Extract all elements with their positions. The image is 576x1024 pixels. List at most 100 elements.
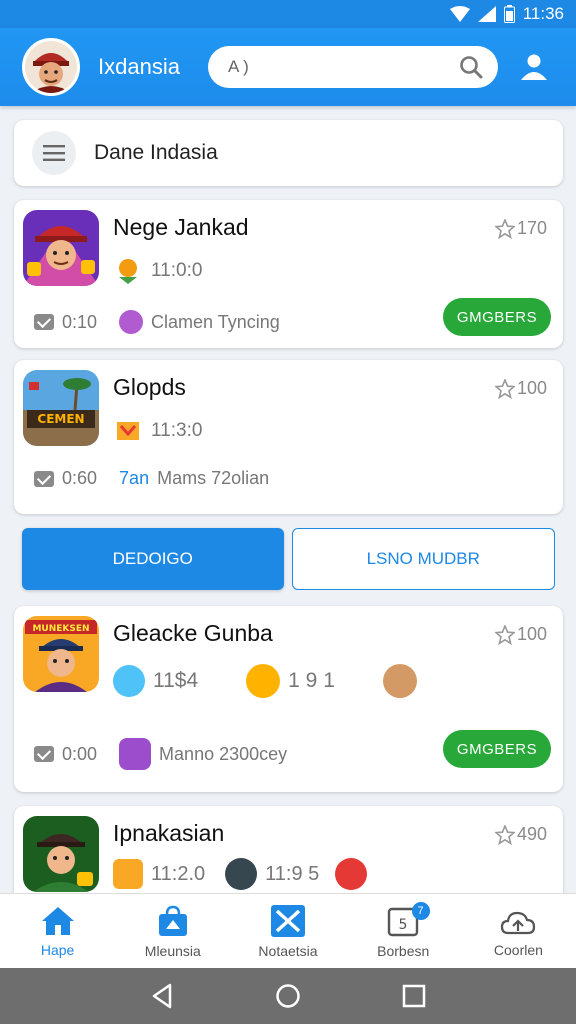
search-input[interactable]: A ) [228,57,458,77]
message-icon [34,746,54,762]
game-meta-row: 0:10 Clamen Tyncing [34,310,280,334]
members-button[interactable]: GMGBERS [443,730,551,768]
star-icon [494,824,515,845]
trophy-icon [119,259,137,284]
game-card[interactable]: CEMEN Glopds 100 11:3:0 0:60 7an Mams 72… [14,360,563,514]
message-count: 0:10 [62,311,98,332]
message-icon [34,314,54,330]
star-icon [494,624,515,645]
notification-badge: 7 [411,902,430,920]
player-count-value: 170 [516,218,547,238]
game-title: Ipnakasian [113,820,225,846]
game-subtext: Mams 72olian [157,468,270,488]
system-navigation-bar [0,968,576,1024]
members-button[interactable]: GMGBERS [443,298,551,336]
nav-label: Hape [40,941,75,958]
game-stat: 11:2.0 [151,862,206,885]
search-bar[interactable]: A ) [208,46,498,88]
nav-label: Notaetsia [258,942,318,959]
game-card[interactable]: MUNEKSEN Gleacke Gunba 100 11$4 1 9 1 0:… [14,606,563,792]
notification-icon [271,904,305,937]
game-stat: 11$4 [153,669,199,692]
game-stat: 11:3:0 [151,420,203,441]
message-count: 0:60 [62,468,98,488]
battery-icon [503,5,515,23]
profile-button[interactable] [514,47,554,87]
game-stat: 11:9 5 [265,862,320,885]
home-button-icon[interactable] [275,983,301,1009]
secondary-action-button[interactable]: LSNO MUDBR [291,528,555,590]
filter-card[interactable]: Dane Indasia [14,120,563,186]
status-bar: 11:36 [0,0,576,28]
game-meta-row: 0:00 Manno 2300cey [34,738,287,770]
game-meta-row: 0:60 7an Mams 72olian [34,468,269,489]
player-count-value: 100 [516,624,547,644]
game-title: Nege Jankad [113,214,249,240]
thumbnail-label: MUNEKSEN [32,624,89,634]
player-count: 170 [494,218,547,239]
home-icon [41,906,74,935]
game-stat-row: 11:0:0 [113,256,202,286]
nav-label: Coorlen [493,941,543,958]
action-buttons: DEDOIGO LSNO MUDBR [22,528,555,590]
star-icon [494,218,515,239]
player-count-value: 100 [516,378,547,398]
smiley-icon [246,664,281,698]
status-time: 11:36 [522,4,564,23]
nav-label: Borbesn [377,942,430,959]
game-stat-row: 11:3:0 [113,416,202,446]
person-icon [521,54,547,80]
game-subtext: Clamen Tyncing [151,311,280,332]
game-stat: 11:0:0 [151,260,203,281]
nav-item-home[interactable]: Hape [0,894,115,968]
game-thumbnail [23,816,99,892]
game-subtext-prefix: 7an [119,468,150,488]
nav-item-notifications[interactable]: Notaetsia [230,894,345,968]
game-subtext: Manno 2300cey [159,743,288,764]
check-badge-icon [335,858,368,890]
inbox-glyph: 5 [399,917,408,933]
game-thumbnail: CEMEN [23,370,99,446]
game-card[interactable]: Nege Jankad 170 11:0:0 0:10 Clamen Tynci… [14,200,563,348]
player-count: 100 [494,378,547,399]
nav-item-cloud[interactable]: Coorlen [461,894,576,968]
face-icon [382,664,417,698]
game-stat-row: 11$4 1 9 1 [113,664,417,698]
game-thumbnail: MUNEKSEN [23,616,99,692]
bottom-navigation: Hape Mleunsia Notaetsia 5 7 Borbesn Coor… [0,893,576,968]
player-count: 490 [494,824,547,845]
gift-icon [119,738,152,770]
menu-button[interactable] [32,131,76,175]
avatar[interactable] [22,38,80,96]
nav-label: Mleunsia [144,942,201,959]
back-icon[interactable] [150,983,174,1009]
badge-icon [117,422,139,440]
player-count: 100 [494,624,547,645]
player-avatar-icon [113,665,145,697]
bag-icon [158,905,187,936]
signal-icon [477,6,496,22]
chest-icon [113,859,143,889]
wifi-icon [449,6,470,22]
nav-item-inbox[interactable]: 5 7 Borbesn [346,894,461,968]
emoji-icon [119,310,144,334]
search-icon[interactable] [458,54,484,80]
game-thumbnail [23,210,99,286]
player-count-value: 490 [516,824,547,844]
game-stat: 1 9 1 [288,669,335,692]
message-icon [34,470,54,487]
app-title: Ixdansia [98,54,180,79]
hamburger-icon [43,145,65,161]
game-title: Gleacke Gunba [113,620,273,646]
monster-icon [225,858,258,890]
nav-item-shop[interactable]: Mleunsia [115,894,230,968]
recents-icon[interactable] [402,984,426,1008]
game-stat-row: 11:2.0 11:9 5 [113,858,368,890]
primary-action-button[interactable]: DEDOIGO [22,528,284,590]
message-count: 0:00 [62,743,98,764]
game-title: Glopds [113,374,186,400]
thumbnail-label: CEMEN [37,412,84,426]
cloud-icon [501,911,536,934]
star-icon [494,378,515,399]
app-bar: Ixdansia A ) [0,28,576,106]
